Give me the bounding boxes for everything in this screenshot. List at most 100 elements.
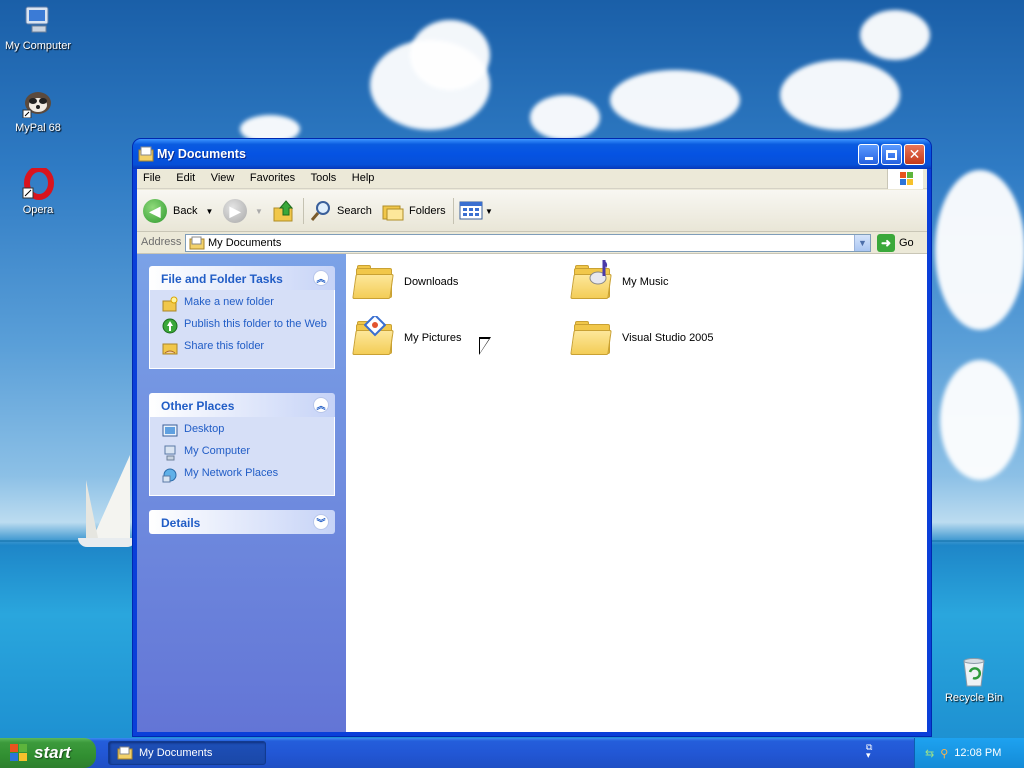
up-folder-icon bbox=[273, 200, 294, 222]
window-title: My Documents bbox=[157, 147, 246, 161]
menu-tools[interactable]: Tools bbox=[305, 169, 343, 187]
folder-item-my-music[interactable]: My Music bbox=[570, 260, 668, 300]
folder-item-visual-studio-2005[interactable]: Visual Studio 2005 bbox=[570, 320, 714, 356]
collapse-chevron-icon[interactable]: ︽ bbox=[313, 397, 329, 413]
sailboat-jib bbox=[86, 480, 98, 538]
maximize-button[interactable] bbox=[881, 144, 902, 165]
go-arrow-icon: ➜ bbox=[877, 234, 895, 252]
mypal-icon bbox=[22, 86, 54, 119]
menu-help[interactable]: Help bbox=[346, 169, 381, 187]
toolbar-separator bbox=[303, 198, 304, 224]
close-button[interactable]: ✕ bbox=[904, 144, 925, 165]
task-pane: File and Folder Tasks ︽ Make a new folde… bbox=[137, 254, 346, 732]
task-label: Make a new folder bbox=[184, 296, 274, 308]
address-label: Address bbox=[141, 236, 182, 248]
back-button[interactable]: ◀ Back ▼ bbox=[143, 197, 213, 225]
toolbar: ◀ Back ▼ ▶ ▼ Search Folders ▼ bbox=[137, 190, 927, 232]
cloud bbox=[610, 70, 740, 130]
opera-icon bbox=[22, 166, 54, 200]
desktop-icon-my-computer[interactable]: My Computer bbox=[0, 4, 76, 52]
minimize-button[interactable] bbox=[858, 144, 879, 165]
start-button[interactable]: start bbox=[0, 738, 96, 768]
views-icon bbox=[459, 201, 483, 220]
cloud bbox=[935, 170, 1024, 330]
place-desktop[interactable]: Desktop bbox=[162, 423, 334, 439]
menu-file[interactable]: File bbox=[137, 169, 167, 187]
desktop-icon-recycle-bin[interactable]: Recycle Bin bbox=[936, 656, 1012, 704]
panel-header[interactable]: Other Places ︽ bbox=[149, 393, 335, 417]
panel-header[interactable]: File and Folder Tasks ︽ bbox=[149, 266, 335, 290]
desktop-icon-mypal[interactable]: MyPal 68 bbox=[0, 86, 76, 134]
place-label: My Computer bbox=[184, 445, 251, 457]
address-input[interactable]: My Documents ▼ bbox=[185, 234, 871, 252]
go-label: Go bbox=[899, 237, 914, 249]
sailboat-hull bbox=[78, 538, 136, 547]
up-folder-button[interactable] bbox=[272, 197, 296, 225]
mouse-cursor-icon bbox=[479, 337, 491, 355]
cloud bbox=[530, 95, 600, 140]
taskbar-button-my-documents[interactable]: My Documents bbox=[108, 741, 266, 765]
cloud bbox=[940, 360, 1020, 480]
show-hidden-icons-icon[interactable]: ⧉ ▾ bbox=[866, 744, 872, 761]
place-label: My Network Places bbox=[184, 467, 279, 479]
search-label: Search bbox=[337, 205, 372, 217]
maximize-icon bbox=[886, 149, 897, 160]
cloud bbox=[860, 10, 930, 60]
task-share-folder[interactable]: Share this folder bbox=[162, 340, 334, 356]
address-value: My Documents bbox=[208, 237, 282, 249]
views-button[interactable]: ▼ bbox=[459, 197, 493, 225]
toolbar-separator bbox=[453, 198, 454, 224]
views-dropdown-icon[interactable]: ▼ bbox=[485, 207, 493, 216]
other-places-panel: Other Places ︽ Desktop My Computer My Ne… bbox=[149, 393, 335, 496]
back-dropdown-icon[interactable]: ▼ bbox=[205, 207, 213, 216]
search-tray-icon[interactable]: ⚲ bbox=[940, 747, 948, 760]
search-icon bbox=[310, 201, 330, 221]
folder-icon bbox=[570, 320, 612, 356]
system-tray: ⇆ ⚲ 12:08 PM bbox=[914, 738, 1024, 768]
window-folder-icon bbox=[138, 146, 154, 162]
pictures-folder-icon bbox=[352, 316, 394, 356]
task-label: Publish this folder to the Web bbox=[184, 318, 327, 330]
details-panel: Details ︾ bbox=[149, 510, 335, 534]
folder-item-my-pictures[interactable]: My Pictures bbox=[352, 316, 462, 356]
forward-button[interactable]: ▶ ▼ bbox=[223, 197, 263, 225]
taskbar: start My Documents ⧉ ▾ ⇆ ⚲ 12:08 PM bbox=[0, 738, 1024, 768]
desktop-icon bbox=[162, 423, 178, 439]
search-button[interactable]: Search bbox=[309, 197, 372, 225]
menu-favorites[interactable]: Favorites bbox=[244, 169, 301, 187]
explorer-window[interactable]: My Documents ✕ File Edit View Favorites … bbox=[133, 139, 931, 736]
task-make-new-folder[interactable]: Make a new folder bbox=[162, 296, 334, 312]
address-dropdown-icon[interactable]: ▼ bbox=[854, 235, 870, 251]
folder-item-downloads[interactable]: Downloads bbox=[352, 264, 458, 300]
taskbar-button-label: My Documents bbox=[139, 747, 213, 759]
menu-view[interactable]: View bbox=[205, 169, 241, 187]
folders-button[interactable]: Folders bbox=[381, 197, 446, 225]
address-bar: Address My Documents ▼ ➜ Go bbox=[137, 232, 927, 254]
recycle-bin-icon bbox=[958, 656, 990, 688]
menu-edit[interactable]: Edit bbox=[170, 169, 201, 187]
go-button[interactable]: ➜ Go bbox=[877, 234, 914, 252]
network-tray-icon[interactable]: ⇆ bbox=[925, 747, 934, 760]
place-network[interactable]: My Network Places bbox=[162, 467, 334, 483]
panel-title: Details bbox=[161, 516, 201, 530]
folder-label: My Pictures bbox=[404, 332, 462, 344]
share-folder-icon bbox=[162, 340, 178, 356]
panel-title: Other Places bbox=[161, 399, 235, 413]
task-publish-web[interactable]: Publish this folder to the Web bbox=[162, 318, 334, 334]
clock[interactable]: 12:08 PM bbox=[954, 747, 1001, 759]
music-folder-icon bbox=[570, 260, 612, 300]
window-client: File Edit View Favorites Tools Help ◀ Ba… bbox=[137, 169, 927, 732]
file-view: Downloads My Music My Pictures Visual St… bbox=[346, 254, 927, 732]
panel-body: Make a new folder Publish this folder to… bbox=[149, 290, 335, 369]
expand-chevron-icon[interactable]: ︾ bbox=[313, 514, 329, 530]
panel-header[interactable]: Details ︾ bbox=[149, 510, 335, 534]
desktop-icon-opera[interactable]: Opera bbox=[0, 166, 76, 216]
windows-flag-icon bbox=[10, 744, 28, 762]
place-my-computer[interactable]: My Computer bbox=[162, 445, 334, 461]
my-documents-icon bbox=[189, 236, 205, 250]
title-bar[interactable]: My Documents ✕ bbox=[133, 139, 931, 169]
desktop-icon-label: MyPal 68 bbox=[15, 122, 61, 134]
forward-dropdown-icon[interactable]: ▼ bbox=[255, 207, 263, 216]
collapse-chevron-icon[interactable]: ︽ bbox=[313, 270, 329, 286]
back-label: Back bbox=[173, 205, 198, 217]
